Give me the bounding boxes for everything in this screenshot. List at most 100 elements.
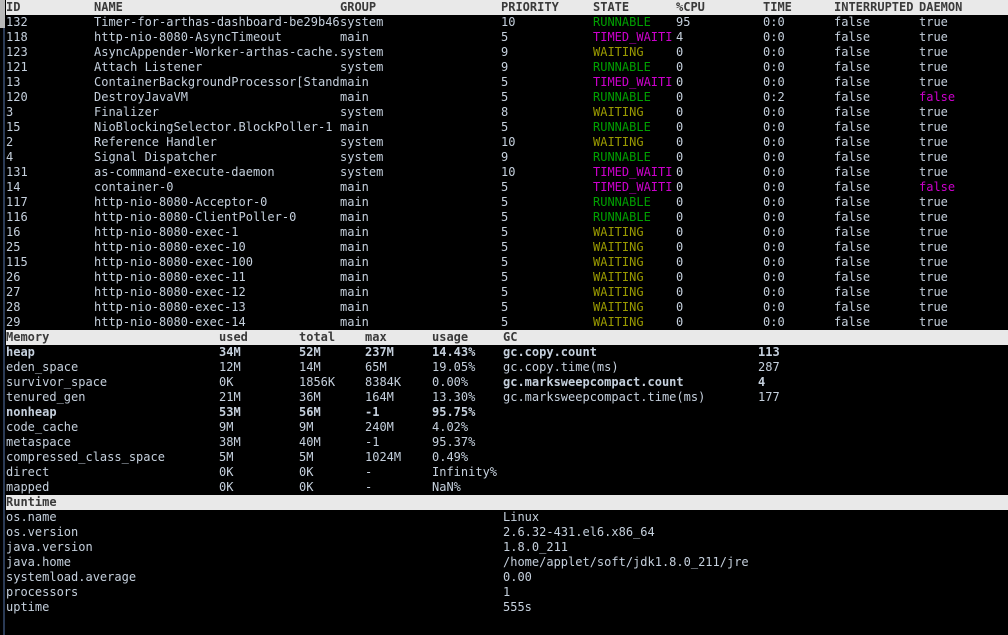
thread-priority: 10	[501, 15, 516, 29]
memory-used: 34M	[219, 345, 241, 359]
thread-time: 0:0	[763, 240, 785, 254]
thread-row[interactable]: 14 container-0 main 5 TIMED_WAITI 0 0:0 false fa…	[6, 180, 1008, 195]
thread-row[interactable]: 25 http-nio-8080-exec-10 main 5 WAITING 0 0:0 f…	[6, 240, 1008, 255]
thread-group: main	[340, 210, 369, 224]
thread-state: WAITING	[593, 270, 644, 284]
gc-name: gc.copy.time(ms)	[503, 360, 619, 374]
thread-time: 0:0	[763, 165, 785, 179]
thread-interrupted: false	[834, 105, 871, 119]
thread-cpu: 0	[676, 165, 684, 179]
thread-name: http-nio-8080-exec-12	[94, 285, 246, 299]
thread-state: WAITING	[593, 315, 644, 329]
thread-cpu: 0	[676, 75, 684, 89]
thread-id: 15	[6, 120, 21, 134]
thread-state: RUNNABLE	[593, 60, 651, 74]
memory-used: 12M	[219, 360, 241, 374]
thread-cpu: 0	[676, 270, 684, 284]
thread-row[interactable]: 28 http-nio-8080-exec-13 main 5 WAITING 0 0:0 f…	[6, 300, 1008, 315]
col-header-max: max	[365, 330, 387, 344]
thread-id: 116	[6, 210, 28, 224]
thread-group: system	[340, 150, 384, 164]
runtime-key: java.version	[6, 540, 93, 554]
runtime-value: Linux	[503, 510, 540, 524]
thread-state: WAITING	[593, 105, 644, 119]
thread-interrupted: false	[834, 315, 871, 329]
thread-name: container-0	[94, 180, 174, 194]
memory-row: survivor_space 0K 1856K 8384K 0.00% gc.marksw…	[6, 375, 1008, 390]
thread-row[interactable]: 132 Timer-for-arthas-dashboard-be29b46 sys…	[6, 15, 1008, 30]
memory-row: direct 0K 0K - Infinity%	[6, 465, 1008, 480]
memory-name: survivor_space	[6, 375, 108, 389]
runtime-row: os.name Linux	[6, 510, 1008, 525]
col-header-name: NAME	[94, 0, 123, 14]
thread-row[interactable]: 120 DestroyJavaVM main 5 RUNNABLE 0 0:2 false fa…	[6, 90, 1008, 105]
thread-cpu: 0	[676, 120, 684, 134]
memory-total: 56M	[299, 405, 321, 419]
runtime-row: systemload.average 0.00	[6, 570, 1008, 585]
thread-time: 0:0	[763, 135, 785, 149]
thread-daemon: true	[919, 120, 948, 134]
thread-cpu: 0	[676, 45, 684, 59]
thread-name: NioBlockingSelector.BlockPoller-1	[94, 120, 333, 134]
thread-priority: 10	[501, 165, 516, 179]
thread-row[interactable]: 26 http-nio-8080-exec-11 main 5 WAITING 0 0:0 f…	[6, 270, 1008, 285]
thread-row[interactable]: 131 as-command-execute-daemon system 10 TIME…	[6, 165, 1008, 180]
thread-cpu: 0	[676, 315, 684, 329]
thread-daemon: true	[919, 45, 948, 59]
memory-used: 53M	[219, 405, 241, 419]
thread-daemon: true	[919, 255, 948, 269]
terminal-screen: ID NAME GROUP PRIORITY STATE %CPU TIME I…	[0, 0, 1008, 635]
thread-state: TIMED_WAITI	[593, 165, 673, 179]
thread-cpu: 0	[676, 90, 684, 104]
thread-row[interactable]: 2 Reference Handler system 10 WAITING 0 0:0 fal…	[6, 135, 1008, 150]
thread-name: Attach Listener	[94, 60, 203, 74]
thread-priority: 5	[501, 270, 509, 284]
thread-row[interactable]: 121 Attach Listener system 9 RUNNABLE 0 0:0 fal…	[6, 60, 1008, 75]
thread-row[interactable]: 123 AsyncAppender-Worker-arthas-cache. sys…	[6, 45, 1008, 60]
thread-row[interactable]: 27 http-nio-8080-exec-12 main 5 WAITING 0 0:0 f…	[6, 285, 1008, 300]
thread-interrupted: false	[834, 240, 871, 254]
thread-row[interactable]: 3 Finalizer system 8 WAITING 0 0:0 false true	[6, 105, 1008, 120]
thread-row[interactable]: 118 http-nio-8080-AsyncTimeout main 5 TIMED_…	[6, 30, 1008, 45]
thread-name: http-nio-8080-AsyncTimeout	[94, 30, 282, 44]
thread-id: 3	[6, 105, 14, 119]
memory-max: 65M	[365, 360, 387, 374]
thread-id: 26	[6, 270, 21, 284]
scrollbar-thumb[interactable]	[0, 0, 5, 28]
thread-id: 16	[6, 225, 21, 239]
vertical-scrollbar[interactable]	[0, 0, 5, 635]
thread-cpu: 0	[676, 240, 684, 254]
thread-row[interactable]: 16 http-nio-8080-exec-1 main 5 WAITING 0 0:0 fa…	[6, 225, 1008, 240]
col-header-id: ID	[6, 0, 21, 14]
thread-row[interactable]: 117 http-nio-8080-Acceptor-0 main 5 RUNNABLE…	[6, 195, 1008, 210]
thread-cpu: 0	[676, 285, 684, 299]
memory-total: 52M	[299, 345, 321, 359]
runtime-key: os.version	[6, 525, 79, 539]
thread-cpu: 95	[676, 15, 691, 29]
memory-row: compressed_class_space 5M 5M 1024M 0.49%	[6, 450, 1008, 465]
thread-interrupted: false	[834, 180, 871, 194]
runtime-value: 2.6.32-431.el6.x86_64	[503, 525, 655, 539]
memory-used: 9M	[219, 420, 234, 434]
thread-daemon: true	[919, 285, 948, 299]
memory-used: 5M	[219, 450, 234, 464]
gc-value: 177	[758, 390, 780, 404]
scrollbar-rail[interactable]	[3, 0, 5, 635]
thread-name: http-nio-8080-exec-14	[94, 315, 246, 329]
thread-state: WAITING	[593, 300, 644, 314]
thread-group: system	[340, 105, 384, 119]
thread-row[interactable]: 15 NioBlockingSelector.BlockPoller-1 main 5…	[6, 120, 1008, 135]
thread-state: RUNNABLE	[593, 210, 651, 224]
thread-priority: 5	[501, 30, 509, 44]
thread-state: WAITING	[593, 285, 644, 299]
thread-row[interactable]: 13 ContainerBackgroundProcessor[Stand main…	[6, 75, 1008, 90]
thread-daemon: true	[919, 75, 948, 89]
thread-time: 0:0	[763, 210, 785, 224]
thread-row[interactable]: 115 http-nio-8080-exec-100 main 5 WAITING 0 0:…	[6, 255, 1008, 270]
thread-row[interactable]: 29 http-nio-8080-exec-14 main 5 WAITING 0 0:0 f…	[6, 315, 1008, 330]
runtime-key: uptime	[6, 600, 50, 614]
thread-interrupted: false	[834, 30, 871, 44]
thread-priority: 5	[501, 300, 509, 314]
thread-row[interactable]: 116 http-nio-8080-ClientPoller-0 main 5 RUNN…	[6, 210, 1008, 225]
thread-row[interactable]: 4 Signal Dispatcher system 9 RUNNABLE 0 0:0 fal…	[6, 150, 1008, 165]
